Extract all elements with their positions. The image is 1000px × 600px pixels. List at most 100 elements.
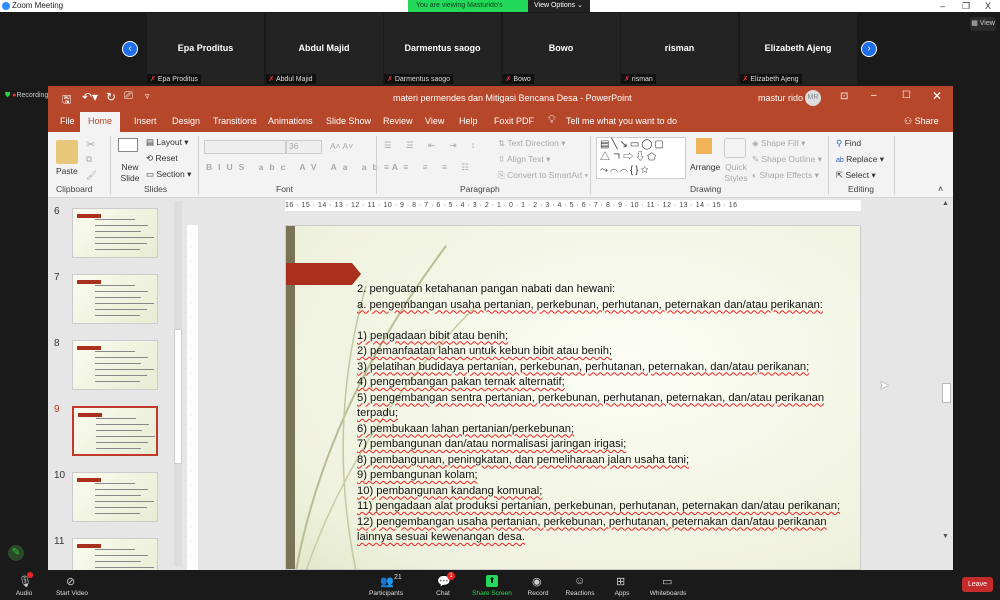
avatar[interactable]: MR (805, 90, 821, 106)
video-button[interactable]: ⊘ Start Video (47, 570, 97, 600)
save-icon[interactable]: 🖫 (62, 91, 71, 110)
share-button[interactable]: ⚇ Share (904, 116, 939, 127)
present-icon[interactable]: ⎚ (124, 90, 133, 103)
customize-qat-icon[interactable]: ▿ (145, 91, 150, 102)
text-direction-button[interactable]: ⇅ Text Direction ▾ (498, 138, 565, 149)
participant-label: ✗ Bowo (502, 74, 534, 84)
collapse-ribbon-icon[interactable]: ˄ (938, 184, 943, 194)
align-text-button[interactable]: ⇳ Align Text ▾ (498, 154, 550, 165)
share-button[interactable]: ⬆ Share Screen (467, 570, 517, 600)
shape-fill-button[interactable]: ◈ Shape Fill ▾ (752, 138, 805, 149)
tab-insert[interactable]: Insert (134, 116, 157, 126)
audio-button[interactable]: 🎙 Audio (0, 570, 49, 600)
slide-thumbnail[interactable] (72, 538, 158, 570)
participant-tile[interactable]: risman ✗ risman (621, 13, 738, 85)
whiteboards-button[interactable]: ▭ Whiteboards (643, 570, 693, 600)
window-title: Zoom Meeting (12, 1, 64, 10)
slide-canvas[interactable]: 2. penguatan ketahanan pangan nabati dan… (285, 225, 861, 570)
annotate-pen-icon[interactable]: ✎ (8, 545, 24, 561)
shape-outline-button[interactable]: ✎ Shape Outline ▾ (752, 154, 822, 165)
paste-icon[interactable] (56, 140, 78, 164)
tab-review[interactable]: Review (383, 116, 413, 126)
quick-styles-button[interactable]: Quick Styles (722, 162, 750, 184)
quick-styles-icon[interactable] (724, 138, 746, 158)
reset-label: Reset (155, 153, 178, 163)
view-options-button[interactable]: View Options ⌄ (528, 0, 590, 12)
tab-help[interactable]: Help (459, 116, 478, 126)
whiteboards-label: Whiteboards (649, 590, 687, 597)
font-grow-shrink-icon[interactable]: A˄ A˅ (330, 141, 353, 151)
slide-thumbnail[interactable] (72, 340, 158, 390)
reset-button[interactable]: ⟲ Reset (146, 153, 178, 164)
restore-icon[interactable]: ❐ (962, 0, 970, 12)
tab-view[interactable]: View (425, 116, 444, 126)
record-icon: ◉ (532, 576, 542, 588)
participant-label-name: risman (631, 76, 653, 83)
slide-line: 2. penguatan ketahanan pangan nabati dan… (357, 283, 616, 295)
prev-page-icon[interactable]: ‹ (122, 41, 138, 57)
slide-scrollbar[interactable]: ▲ ▼ (940, 198, 953, 570)
convert-smartart-button[interactable]: ⎘ Convert to SmartArt ▾ (498, 170, 588, 181)
minimize-icon[interactable]: – (871, 90, 877, 101)
participant-tile[interactable]: Abdul Majid ✗ Abdul Majid (265, 13, 383, 85)
mic-muted-icon: ✗ (268, 76, 276, 83)
view-label: View (979, 20, 995, 27)
font-format-buttons[interactable]: BIUS abc AV Aa ab A (206, 162, 404, 172)
replace-button[interactable]: ab Replace ▾ (836, 154, 884, 165)
format-painter-icon[interactable]: 🖌 (86, 170, 97, 181)
tell-me-search[interactable]: Tell me what you want to do (566, 116, 677, 126)
tab-home[interactable]: Home (80, 112, 121, 132)
next-page-icon[interactable]: › (861, 41, 877, 57)
thumbnail-scrollbar[interactable] (174, 201, 182, 566)
slide-body-text[interactable]: 2. penguatan ketahanan pangan nabati dan… (357, 282, 857, 546)
section-button[interactable]: ▭ Section ▾ (146, 169, 191, 180)
new-slide-button[interactable]: New Slide (118, 162, 142, 184)
shape-effects-button[interactable]: ◐ Shape Effects ▾ (752, 170, 819, 181)
copy-icon[interactable]: ⧉ (86, 154, 92, 165)
ppt-title-bar: 🖫 ↶▾ ↻ ⎚ ▿ materi permendes dan Mitigasi… (48, 86, 953, 110)
redo-icon[interactable]: ↻ (106, 90, 116, 104)
participant-tile[interactable]: Darmentus saogo ✗ Darmentus saogo (384, 13, 501, 85)
cut-icon[interactable]: ✂ (86, 138, 95, 151)
layout-button[interactable]: ▤ Layout ▾ (146, 137, 189, 148)
user-name[interactable]: mastur rido (758, 93, 803, 103)
slide-thumbnail[interactable] (72, 406, 158, 456)
select-button[interactable]: ⇱ Select ▾ (836, 170, 876, 181)
tab-transitions[interactable]: Transitions (213, 116, 257, 126)
shapes-gallery[interactable]: ▤╲↘▭◯▢ △ㄱ⇨⇩⬠ ⤳⌒⌒{}☆ (596, 137, 686, 179)
new-slide-icon[interactable] (118, 138, 138, 152)
close-icon[interactable]: ✕ (932, 89, 942, 103)
arrange-icon[interactable] (696, 138, 712, 154)
scroll-thumb[interactable] (942, 383, 951, 403)
tab-design[interactable]: Design (172, 116, 200, 126)
slide-thumbnail[interactable] (72, 208, 158, 258)
font-name-select[interactable] (204, 140, 286, 154)
tab-slide-show[interactable]: Slide Show (326, 116, 371, 126)
apps-button[interactable]: ⊞ Apps (597, 570, 647, 600)
ribbon-display-icon[interactable]: ⊡ (840, 91, 848, 102)
font-size-select[interactable]: 36 (286, 140, 322, 154)
participant-tile[interactable]: Elizabeth Ajeng ✗ Elizabeth Ajeng (739, 13, 857, 85)
participant-tile[interactable]: Bowo ✗ Bowo (502, 13, 620, 85)
chat-button[interactable]: 💬 Chat (418, 570, 468, 600)
find-button[interactable]: ⚲ Find (836, 138, 861, 149)
slide-line: a. pengembangan usaha pertanian, perkebu… (357, 298, 823, 311)
tab-foxit-pdf[interactable]: Foxit PDF (494, 116, 534, 126)
close-icon[interactable]: X (985, 0, 991, 12)
paste-button[interactable]: Paste (56, 166, 78, 176)
tab-file[interactable]: File (60, 116, 75, 126)
slide-thumbnail[interactable] (72, 472, 158, 522)
participant-tile[interactable]: Epa Proditus ✗ Epa Proditus (147, 13, 264, 85)
minimize-icon[interactable]: – (940, 0, 945, 12)
list-buttons[interactable]: ☰ ☰ ⇤ ⇥ ↕ (384, 140, 481, 151)
view-button[interactable]: ▦ View (970, 17, 996, 31)
align-buttons[interactable]: ≡ ≡ ≡ ≡ ☷ (384, 162, 475, 173)
participants-button[interactable]: 👥 Participants (361, 570, 411, 600)
undo-icon[interactable]: ↶▾ (82, 90, 98, 104)
tab-animations[interactable]: Animations (268, 116, 313, 126)
slide-thumbnail[interactable] (72, 274, 158, 324)
arrange-button[interactable]: Arrange (690, 162, 720, 172)
leave-button[interactable]: Leave (962, 577, 993, 592)
slide-line: 8) pembangunan, peningkatan, dan pemelih… (357, 453, 690, 466)
maximize-icon[interactable]: ☐ (902, 90, 911, 101)
